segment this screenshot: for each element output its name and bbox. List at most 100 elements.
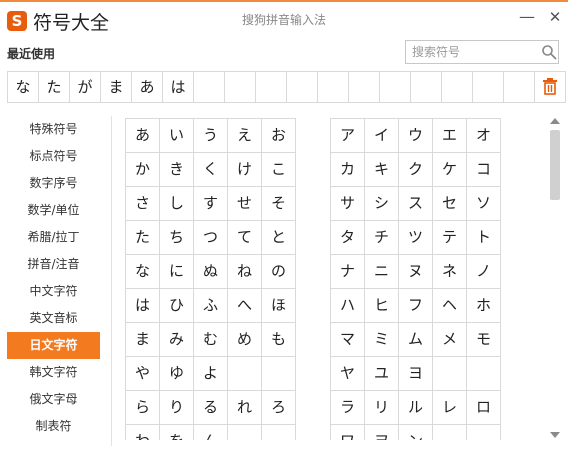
katakana-symbol-cell[interactable]: セ: [433, 187, 467, 221]
hiragana-symbol-cell[interactable]: ん: [194, 425, 228, 440]
hiragana-symbol-cell[interactable]: ら: [126, 391, 160, 425]
katakana-symbol-cell[interactable]: ル: [399, 391, 433, 425]
hiragana-symbol-cell[interactable]: も: [262, 323, 296, 357]
hiragana-symbol-cell[interactable]: ね: [228, 255, 262, 289]
hiragana-symbol-cell[interactable]: た: [126, 221, 160, 255]
hiragana-symbol-cell[interactable]: き: [160, 153, 194, 187]
katakana-symbol-cell[interactable]: エ: [433, 119, 467, 153]
recent-symbol-cell[interactable]: た: [39, 72, 70, 103]
recent-symbol-cell[interactable]: [504, 72, 535, 103]
katakana-symbol-cell[interactable]: ヒ: [365, 289, 399, 323]
recent-symbol-cell[interactable]: [318, 72, 349, 103]
hiragana-symbol-cell[interactable]: は: [126, 289, 160, 323]
sidebar-item[interactable]: 日文字符: [7, 332, 100, 359]
hiragana-symbol-cell[interactable]: か: [126, 153, 160, 187]
katakana-symbol-cell[interactable]: ク: [399, 153, 433, 187]
katakana-symbol-cell[interactable]: ウ: [399, 119, 433, 153]
sidebar-item[interactable]: 俄文字母: [7, 386, 100, 413]
recent-symbol-cell[interactable]: が: [70, 72, 101, 103]
hiragana-symbol-cell[interactable]: お: [262, 119, 296, 153]
recent-symbol-cell[interactable]: [225, 72, 256, 103]
katakana-symbol-cell[interactable]: リ: [365, 391, 399, 425]
katakana-symbol-cell[interactable]: ワ: [331, 425, 365, 440]
hiragana-symbol-cell[interactable]: な: [126, 255, 160, 289]
katakana-symbol-cell[interactable]: ア: [331, 119, 365, 153]
hiragana-symbol-cell[interactable]: わ: [126, 425, 160, 440]
hiragana-symbol-cell[interactable]: あ: [126, 119, 160, 153]
katakana-symbol-cell[interactable]: イ: [365, 119, 399, 153]
katakana-symbol-cell[interactable]: ロ: [467, 391, 501, 425]
scroll-thumb[interactable]: [550, 130, 560, 200]
scroll-up-arrow-icon[interactable]: [550, 118, 560, 124]
sidebar-item[interactable]: 特殊符号: [7, 116, 100, 143]
hiragana-symbol-cell[interactable]: れ: [228, 391, 262, 425]
recent-symbol-cell[interactable]: [256, 72, 287, 103]
hiragana-symbol-cell[interactable]: し: [160, 187, 194, 221]
recent-symbol-cell[interactable]: [411, 72, 442, 103]
hiragana-symbol-cell[interactable]: て: [228, 221, 262, 255]
sidebar-item[interactable]: 标点符号: [7, 143, 100, 170]
katakana-symbol-cell[interactable]: チ: [365, 221, 399, 255]
hiragana-symbol-cell[interactable]: ち: [160, 221, 194, 255]
sidebar-item[interactable]: 英文音标: [7, 305, 100, 332]
katakana-symbol-cell[interactable]: オ: [467, 119, 501, 153]
recent-symbol-cell[interactable]: [287, 72, 318, 103]
recent-symbol-cell[interactable]: あ: [132, 72, 163, 103]
katakana-symbol-cell[interactable]: テ: [433, 221, 467, 255]
recent-symbol-cell[interactable]: は: [163, 72, 194, 103]
hiragana-symbol-cell[interactable]: け: [228, 153, 262, 187]
katakana-symbol-cell[interactable]: フ: [399, 289, 433, 323]
hiragana-symbol-cell[interactable]: り: [160, 391, 194, 425]
recent-symbol-cell[interactable]: [349, 72, 380, 103]
katakana-symbol-cell[interactable]: ヘ: [433, 289, 467, 323]
scroll-down-arrow-icon[interactable]: [550, 432, 560, 438]
hiragana-symbol-cell[interactable]: い: [160, 119, 194, 153]
hiragana-symbol-cell[interactable]: め: [228, 323, 262, 357]
katakana-symbol-cell[interactable]: カ: [331, 153, 365, 187]
sidebar-item[interactable]: 希腊/拉丁: [7, 224, 100, 251]
hiragana-symbol-cell[interactable]: ほ: [262, 289, 296, 323]
recent-symbol-cell[interactable]: ま: [101, 72, 132, 103]
katakana-symbol-cell[interactable]: コ: [467, 153, 501, 187]
katakana-symbol-cell[interactable]: モ: [467, 323, 501, 357]
katakana-symbol-cell[interactable]: ヨ: [399, 357, 433, 391]
sidebar-item[interactable]: 拼音/注音: [7, 251, 100, 278]
hiragana-symbol-cell[interactable]: や: [126, 357, 160, 391]
katakana-symbol-cell[interactable]: ス: [399, 187, 433, 221]
katakana-symbol-cell[interactable]: ヲ: [365, 425, 399, 440]
katakana-symbol-cell[interactable]: ヤ: [331, 357, 365, 391]
trash-icon[interactable]: [542, 77, 558, 95]
sidebar-item[interactable]: 中文字符: [7, 278, 100, 305]
katakana-symbol-cell[interactable]: ケ: [433, 153, 467, 187]
search-icon[interactable]: [541, 44, 557, 60]
recent-symbol-cell[interactable]: な: [8, 72, 39, 103]
katakana-symbol-cell[interactable]: シ: [365, 187, 399, 221]
recent-symbol-cell[interactable]: [194, 72, 225, 103]
hiragana-symbol-cell[interactable]: み: [160, 323, 194, 357]
hiragana-symbol-cell[interactable]: ひ: [160, 289, 194, 323]
hiragana-symbol-cell[interactable]: せ: [228, 187, 262, 221]
hiragana-symbol-cell[interactable]: つ: [194, 221, 228, 255]
katakana-symbol-cell[interactable]: ト: [467, 221, 501, 255]
recent-symbol-cell[interactable]: [442, 72, 473, 103]
katakana-symbol-cell[interactable]: ナ: [331, 255, 365, 289]
hiragana-symbol-cell[interactable]: と: [262, 221, 296, 255]
katakana-symbol-cell[interactable]: レ: [433, 391, 467, 425]
katakana-symbol-cell[interactable]: ン: [399, 425, 433, 440]
hiragana-symbol-cell[interactable]: へ: [228, 289, 262, 323]
katakana-symbol-cell[interactable]: マ: [331, 323, 365, 357]
hiragana-symbol-cell[interactable]: ろ: [262, 391, 296, 425]
grid-scrollbar[interactable]: [548, 116, 562, 442]
hiragana-symbol-cell[interactable]: す: [194, 187, 228, 221]
katakana-symbol-cell[interactable]: ユ: [365, 357, 399, 391]
hiragana-symbol-cell[interactable]: る: [194, 391, 228, 425]
katakana-symbol-cell[interactable]: タ: [331, 221, 365, 255]
katakana-symbol-cell[interactable]: ノ: [467, 255, 501, 289]
search-input[interactable]: [412, 44, 536, 60]
hiragana-symbol-cell[interactable]: う: [194, 119, 228, 153]
search-box[interactable]: [405, 40, 559, 64]
hiragana-symbol-cell[interactable]: に: [160, 255, 194, 289]
hiragana-symbol-cell[interactable]: さ: [126, 187, 160, 221]
katakana-symbol-cell[interactable]: メ: [433, 323, 467, 357]
katakana-symbol-cell[interactable]: サ: [331, 187, 365, 221]
